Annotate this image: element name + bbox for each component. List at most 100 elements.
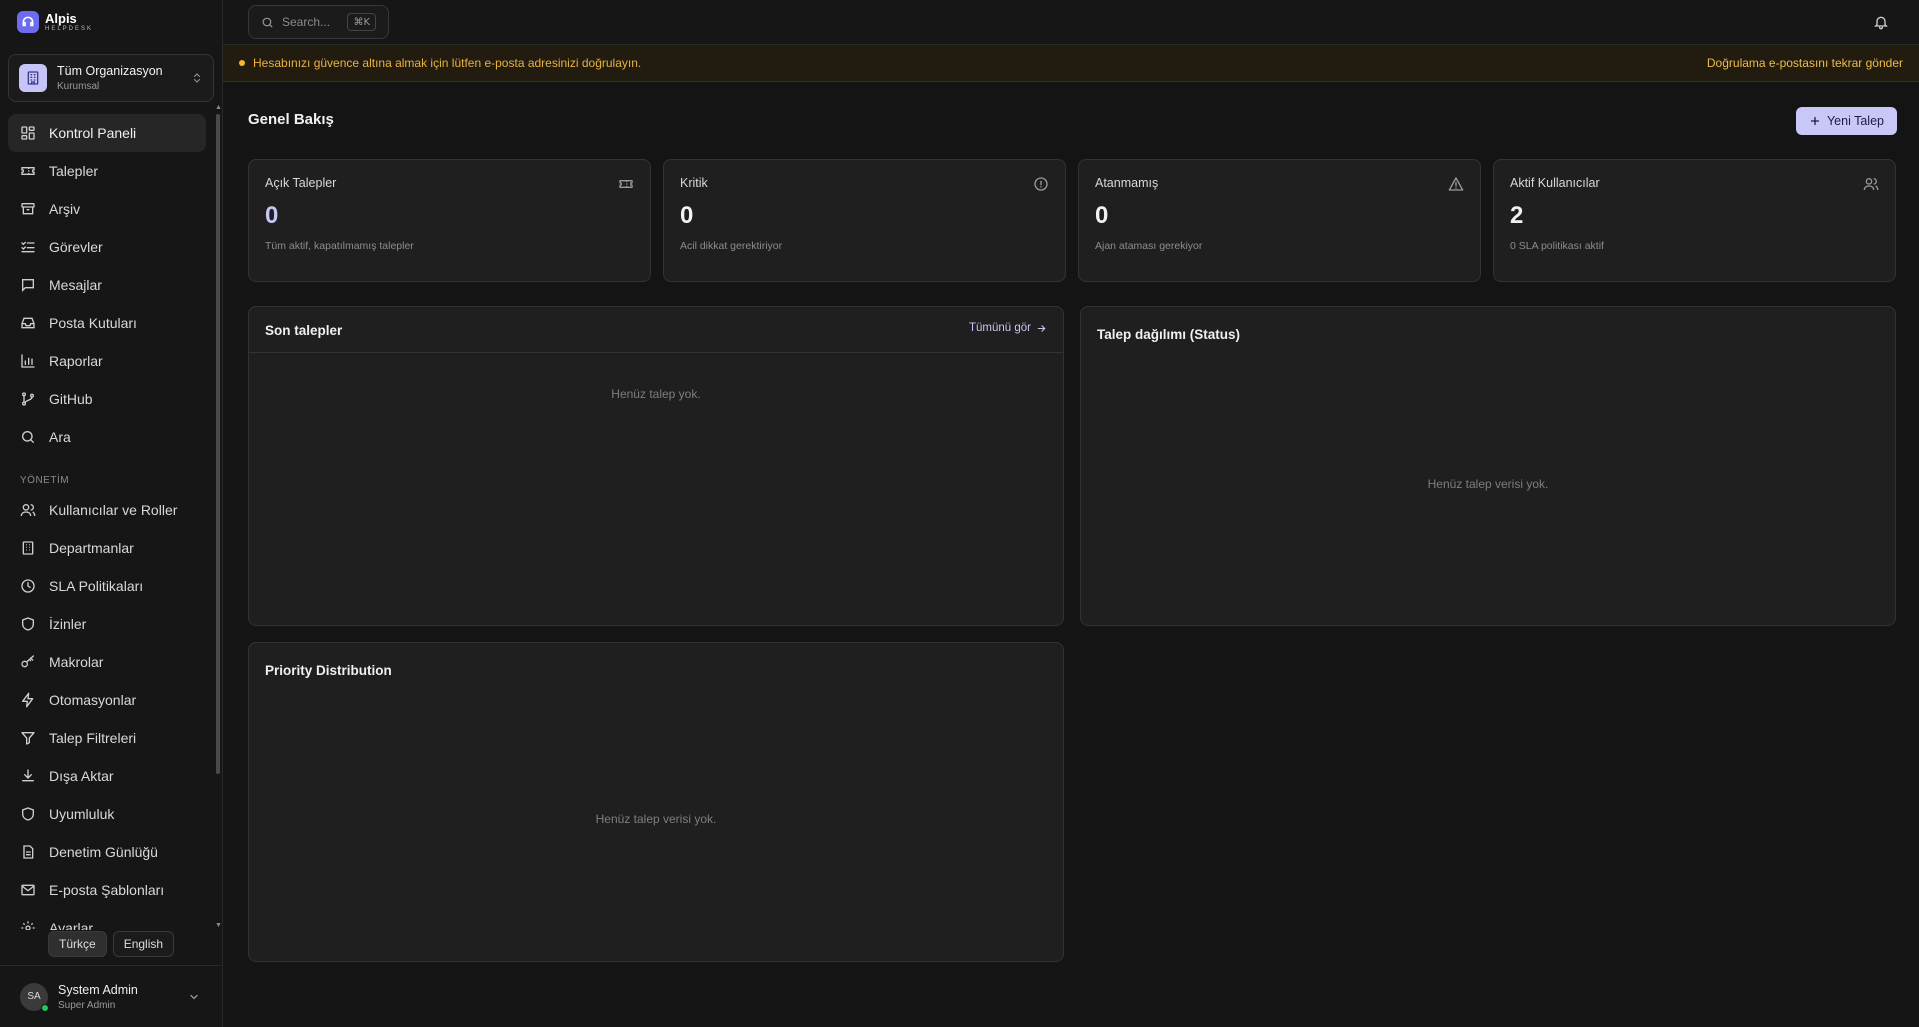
sidebar-item-tasks[interactable]: Görevler [8,228,206,266]
sidebar-item-label: Uyumluluk [49,806,115,822]
sidebar-item-mailboxes[interactable]: Posta Kutuları [8,304,206,342]
warning-triangle-icon [1448,176,1464,192]
sidebar-item-ticket-filters[interactable]: Talep Filtreleri [8,719,206,757]
sidebar-item-compliance[interactable]: Uyumluluk [8,795,206,833]
users-icon [1863,176,1879,192]
brand-logo[interactable]: Alpis HELPDESK [17,11,93,33]
stat-card-open-tickets[interactable]: Açık Talepler 0 Tüm aktif, kapatılmamış … [248,159,651,282]
shield-icon [20,616,36,632]
clock-icon [20,578,36,594]
download-icon [20,768,36,784]
user-menu[interactable]: SA System Admin Super Admin [0,965,222,1027]
topbar: Search... ⌘K [223,0,1919,45]
sidebar-item-label: Denetim Günlüğü [49,844,158,860]
recent-tickets-panel: Son talepler Tümünü gör Henüz talep yok. [248,306,1064,626]
bar-chart-icon [20,353,36,369]
stat-value: 0 [265,202,279,229]
online-status-dot [41,1003,49,1012]
user-role: Super Admin [58,999,116,1011]
resend-verification-link[interactable]: Doğrulama e-postasını tekrar gönder [1707,56,1903,70]
users-icon [20,502,36,518]
sidebar-nav: Kontrol Paneli Talepler Arşiv Görevler M… [8,114,206,930]
page-title: Genel Bakış [248,111,334,128]
sidebar-item-label: Dışa Aktar [49,768,114,784]
sidebar-item-reports[interactable]: Raporlar [8,342,206,380]
organization-switcher[interactable]: Tüm Organizasyon Kurumsal [8,54,214,102]
sidebar-item-label: Kullanıcılar ve Roller [49,502,178,518]
language-english-button[interactable]: English [112,931,175,957]
sidebar-item-github[interactable]: GitHub [8,380,206,418]
sidebar-item-label: Ara [49,429,71,445]
sidebar-item-label: Görevler [49,239,103,255]
new-ticket-label: Yeni Talep [1826,114,1884,128]
stat-value: 0 [1095,202,1109,229]
sidebar-item-search[interactable]: Ara [8,418,206,456]
stat-card-unassigned[interactable]: Atanmamış 0 Ajan ataması gerekiyor [1078,159,1481,282]
view-all-link[interactable]: Tümünü gör [969,322,1047,334]
sidebar-item-archive[interactable]: Arşiv [8,190,206,228]
panel-title: Talep dağılımı (Status) [1097,327,1241,342]
arrow-right-icon [1036,323,1047,334]
sidebar-item-audit-log[interactable]: Denetim Günlüğü [8,833,206,871]
inbox-icon [20,315,36,331]
search-input[interactable]: Search... ⌘K [248,5,389,39]
sidebar-item-permissions[interactable]: İzinler [8,605,206,643]
file-text-icon [20,844,36,860]
status-distribution-panel: Talep dağılımı (Status) Henüz talep veri… [1080,306,1896,626]
stat-card-active-users[interactable]: Aktif Kullanıcılar 2 0 SLA politikası ak… [1493,159,1896,282]
zap-icon [20,692,36,708]
sidebar-item-users-roles[interactable]: Kullanıcılar ve Roller [8,491,206,529]
chevrons-up-down-icon [191,71,203,85]
brand-name: Alpis [45,11,77,26]
ticket-icon [20,163,36,179]
alert-circle-icon [1033,176,1049,192]
scroll-down-icon[interactable]: ▼ [215,922,222,929]
organization-name: Tüm Organizasyon [57,64,163,78]
sidebar-item-label: Talepler [49,163,99,179]
sidebar-item-departments[interactable]: Departmanlar [8,529,206,567]
empty-state: Henüz talep yok. [611,387,701,401]
chevron-down-icon [188,991,200,1003]
sidebar-item-messages[interactable]: Mesajlar [8,266,206,304]
stat-description: 0 SLA politikası aktif [1510,240,1604,252]
sidebar-item-label: Ayarlar [49,920,94,930]
stat-card-critical[interactable]: Kritik 0 Acil dikkat gerektiriyor [663,159,1066,282]
organization-type: Kurumsal [57,81,100,92]
sidebar-item-tickets[interactable]: Talepler [8,152,206,190]
ticket-icon [618,176,634,192]
banner-message: Hesabınızı güvence altına almak için lüt… [253,56,642,70]
sidebar-item-label: Otomasyonlar [49,692,137,708]
bell-icon[interactable] [1873,14,1889,30]
sidebar-scrollbar[interactable]: ▲ ▼ [215,104,222,934]
stat-title: Kritik [680,176,708,190]
panel-title: Son talepler [265,323,343,338]
avatar: SA [20,982,49,1012]
sidebar-item-sla[interactable]: SLA Politikaları [8,567,206,605]
language-turkish-button[interactable]: Türkçe [48,931,107,957]
new-ticket-button[interactable]: Yeni Talep [1796,107,1897,135]
stat-value: 2 [1510,202,1524,229]
gear-icon [20,920,36,930]
language-switcher: Türkçe English [48,931,175,957]
list-checks-icon [20,239,36,255]
message-icon [20,277,36,293]
mail-icon [20,882,36,898]
stat-title: Açık Talepler [265,176,337,190]
scrollbar-thumb[interactable] [216,114,220,774]
sidebar-item-automations[interactable]: Otomasyonlar [8,681,206,719]
sidebar: Alpis HELPDESK Tüm Organizasyon Kurumsal… [0,0,223,1027]
panel-divider [249,352,1063,353]
sidebar-item-label: Departmanlar [49,540,134,556]
headset-icon [17,11,39,33]
sidebar-item-settings[interactable]: Ayarlar [8,909,206,930]
sidebar-section-admin: YÖNETİM [20,475,70,486]
sidebar-item-label: Kontrol Paneli [49,125,137,141]
priority-distribution-panel: Priority Distribution Henüz talep verisi… [248,642,1064,962]
scroll-up-icon[interactable]: ▲ [215,104,222,111]
sidebar-item-dashboard[interactable]: Kontrol Paneli [8,114,206,152]
avatar-initials: SA [27,991,41,1002]
sidebar-item-macros[interactable]: Makrolar [8,643,206,681]
sidebar-item-export[interactable]: Dışa Aktar [8,757,206,795]
sidebar-item-email-templates[interactable]: E-posta Şablonları [8,871,206,909]
verification-banner: Hesabınızı güvence altına almak için lüt… [223,45,1919,82]
